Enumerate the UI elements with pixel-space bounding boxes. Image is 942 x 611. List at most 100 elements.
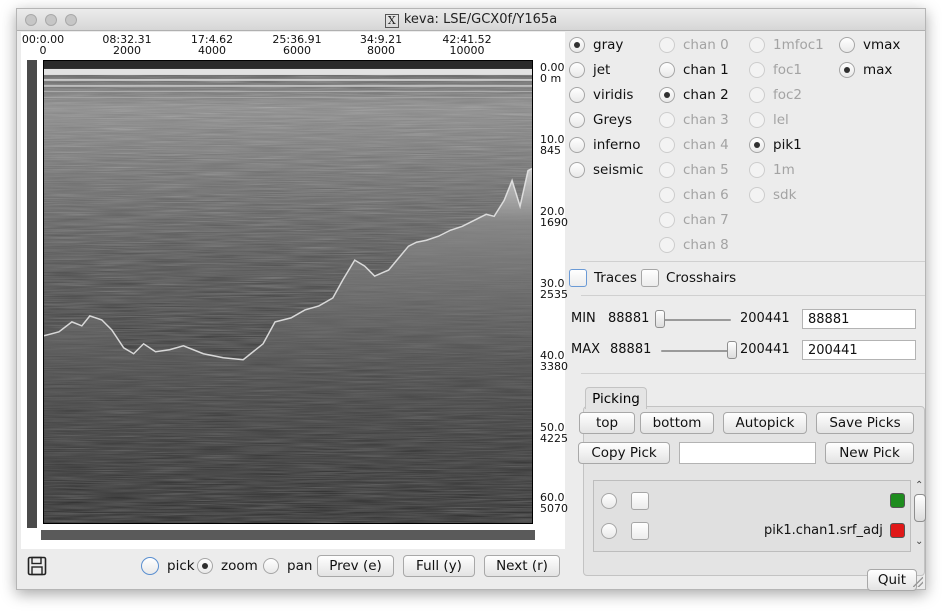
pick-color-swatch[interactable] <box>890 523 905 538</box>
crosshairs-checkbox[interactable]: Crosshairs <box>641 268 736 288</box>
radio-icon <box>839 37 855 53</box>
channel-1[interactable]: chan 1 <box>659 60 729 80</box>
min-range-high: 200441 <box>740 311 790 326</box>
depth-tick: 50.0 4225 <box>540 421 568 445</box>
product-foc2[interactable]: foc2 <box>749 85 802 105</box>
scaling-max[interactable]: max <box>839 60 892 80</box>
radio-icon <box>197 558 213 574</box>
max-range-low: 88881 <box>610 342 652 357</box>
scroll-down-icon[interactable]: ⌄ <box>915 536 923 547</box>
channel-0[interactable]: chan 0 <box>659 35 729 55</box>
max-value-field[interactable] <box>802 340 916 360</box>
radio-icon <box>749 37 765 53</box>
min-slider-track[interactable] <box>659 319 731 321</box>
radio-icon <box>659 187 675 203</box>
radio-icon <box>659 87 675 103</box>
max-range-high: 200441 <box>740 342 790 357</box>
floppy-disk-icon[interactable] <box>27 556 47 576</box>
tab-picking[interactable]: Picking <box>585 387 647 409</box>
colormap-seismic[interactable]: seismic <box>569 160 643 180</box>
radio-icon <box>569 162 585 178</box>
vertical-scroll-bar[interactable] <box>27 60 37 528</box>
pick-visible-checkbox[interactable] <box>631 522 649 540</box>
next-button[interactable]: Next (r) <box>484 555 560 577</box>
pick-visible-checkbox[interactable] <box>631 492 649 510</box>
pick-select-radio[interactable] <box>601 523 617 539</box>
separator <box>581 261 925 262</box>
radio-icon <box>659 162 675 178</box>
colormap-viridis[interactable]: viridis <box>569 85 633 105</box>
full-button[interactable]: Full (y) <box>403 555 475 577</box>
radio-icon <box>749 112 765 128</box>
surface-multiple <box>44 90 532 92</box>
min-label: MIN <box>571 311 596 326</box>
colormap-greys[interactable]: Greys <box>569 110 632 130</box>
save-picks-button[interactable]: Save Picks <box>816 412 914 434</box>
bottom-button[interactable]: bottom <box>640 412 714 434</box>
app-window: Xkeva: LSE/GCX0f/Y165a 00:0.00 08:32.31 … <box>16 8 927 591</box>
pick-label: pik1.chan1.srf_adj <box>764 523 883 538</box>
product-1mfoc1[interactable]: 1mfoc1 <box>749 35 824 55</box>
mode-pan[interactable]: pan <box>263 556 312 576</box>
autopick-button[interactable]: Autopick <box>723 412 807 434</box>
radio-icon <box>659 137 675 153</box>
resize-grip-icon[interactable] <box>913 577 923 587</box>
scroll-up-icon[interactable]: ⌃ <box>915 480 923 491</box>
plot-panel: 00:0.00 08:32.31 17:4.62 25:36.91 34:9.2… <box>21 32 568 549</box>
channel-8[interactable]: chan 8 <box>659 235 729 255</box>
max-slider-track[interactable] <box>661 350 733 352</box>
radio-icon <box>263 558 279 574</box>
scroll-thumb[interactable] <box>914 494 926 522</box>
quit-button[interactable]: Quit <box>867 569 917 591</box>
pick-list-scrollbar[interactable]: ⌃ ⌄ <box>913 480 927 552</box>
channel-5[interactable]: chan 5 <box>659 160 729 180</box>
channel-4[interactable]: chan 4 <box>659 135 729 155</box>
channel-2[interactable]: chan 2 <box>659 85 729 105</box>
colormap-jet[interactable]: jet <box>569 60 610 80</box>
pick-name-field[interactable] <box>679 442 816 464</box>
checkbox-icon <box>569 269 587 287</box>
top-button[interactable]: top <box>579 412 635 434</box>
min-range-low: 88881 <box>608 311 650 326</box>
window-title-area: Xkeva: LSE/GCX0f/Y165a <box>17 12 925 28</box>
radio-icon <box>569 137 585 153</box>
scaling-vmax[interactable]: vmax <box>839 35 900 55</box>
radio-icon <box>569 62 585 78</box>
radio-icon <box>659 237 675 253</box>
product-sdk[interactable]: sdk <box>749 185 796 205</box>
product-lel[interactable]: lel <box>749 110 789 130</box>
mode-zoom[interactable]: zoom <box>197 556 258 576</box>
colormap-gray[interactable]: gray <box>569 35 623 55</box>
radio-icon <box>749 137 765 153</box>
control-panel: gray jet viridis Greys inferno seismic c… <box>565 32 927 591</box>
max-slider-thumb[interactable] <box>727 341 737 359</box>
min-slider-thumb[interactable] <box>655 310 665 328</box>
surface-multiple <box>44 84 532 87</box>
pick-color-swatch[interactable] <box>890 493 905 508</box>
product-pik1[interactable]: pik1 <box>749 135 802 155</box>
product-1m[interactable]: 1m <box>749 160 795 180</box>
radio-icon <box>569 87 585 103</box>
trace-tick: 0 <box>39 44 47 57</box>
horizontal-scroll-bar[interactable] <box>41 530 535 540</box>
channel-3[interactable]: chan 3 <box>659 110 729 130</box>
depth-tick: 20.0 1690 <box>540 205 568 229</box>
min-value-field[interactable] <box>802 309 916 329</box>
radio-icon <box>659 212 675 228</box>
copy-pick-button[interactable]: Copy Pick <box>578 442 670 464</box>
radio-icon <box>749 162 765 178</box>
radio-icon <box>839 62 855 78</box>
mode-pick[interactable]: pick <box>141 556 195 576</box>
depth-tick: 0.00 0 m <box>540 61 565 85</box>
traces-checkbox[interactable]: Traces <box>569 268 637 288</box>
new-pick-button[interactable]: New Pick <box>825 442 914 464</box>
radargram-image[interactable] <box>43 60 533 524</box>
channel-7[interactable]: chan 7 <box>659 210 729 230</box>
colormap-inferno[interactable]: inferno <box>569 135 641 155</box>
checkbox-icon <box>641 269 659 287</box>
pick-select-radio[interactable] <box>601 493 617 509</box>
channel-6[interactable]: chan 6 <box>659 185 729 205</box>
surface-reflection <box>44 68 532 75</box>
prev-button[interactable]: Prev (e) <box>317 555 394 577</box>
product-foc1[interactable]: foc1 <box>749 60 802 80</box>
